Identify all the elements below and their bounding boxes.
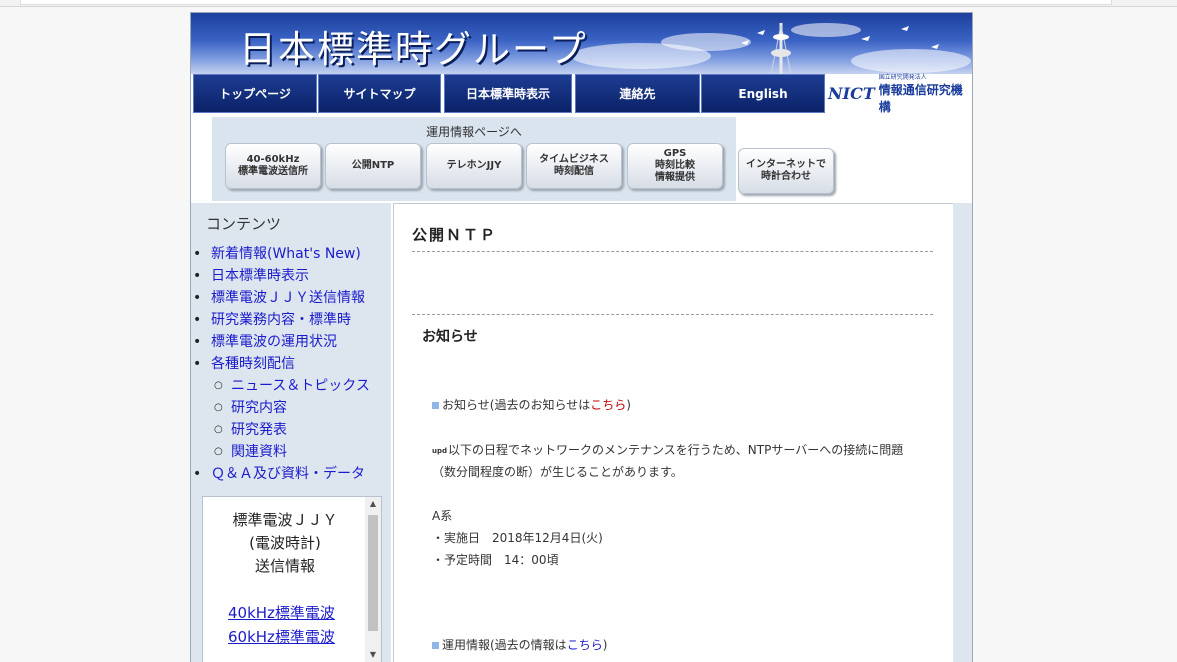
operations-label: 運用情報ページへ xyxy=(426,125,522,139)
scroll-thumb[interactable] xyxy=(368,515,378,631)
nict-logo-name: 情報通信研究機構 xyxy=(878,82,963,114)
square-bullet-icon xyxy=(432,402,439,409)
main-content: 公開ＮＴＰ お知らせ お知らせ(過去のお知らせはこちら) upd以下の日程でネッ… xyxy=(393,203,954,662)
header-banner: 日本標準時グループ xyxy=(191,13,972,74)
operations-line-prefix: 運用情報(過去の情報は xyxy=(442,638,567,652)
sidebar-item-materials[interactable]: 関連資料 xyxy=(191,441,370,463)
operations-info-line: 運用情報(過去の情報はこちら) xyxy=(432,636,607,653)
sidebar-item-research-content[interactable]: 研究内容 xyxy=(191,397,370,419)
title-divider xyxy=(412,251,933,252)
sidebar-item-jst-display[interactable]: 日本標準時表示 xyxy=(191,265,370,287)
ops-button-public-ntp[interactable]: 公開NTP xyxy=(325,143,421,189)
sidebar-item-radio-status[interactable]: 標準電波の運用状況 xyxy=(191,331,370,353)
nict-logo[interactable]: NICT 国立研究開発法人 情報通信研究機構 xyxy=(825,72,972,115)
jjy-info-box: 標準電波ＪＪＹ (電波時計) 送信情報 40kHz標準電波 60kHz標準電波 … xyxy=(202,496,382,662)
nav-sitemap[interactable]: サイトマップ xyxy=(318,74,441,113)
nict-logo-text: 国立研究開発法人 情報通信研究機構 xyxy=(879,72,972,115)
nav-jst-display[interactable]: 日本標準時表示 xyxy=(444,74,572,113)
past-operations-link[interactable]: こちら xyxy=(567,638,603,652)
section-divider xyxy=(412,314,933,315)
jjy-scrollbar[interactable]: ▲ ▼ xyxy=(365,497,381,662)
ops-button-40-60khz[interactable]: 40-60kHz 標準電波送信所 xyxy=(225,143,321,189)
system-label: A系 xyxy=(432,509,453,523)
nict-logo-mark: NICT xyxy=(828,83,875,103)
content-right-margin xyxy=(953,203,972,662)
operations-line-suffix: ) xyxy=(602,638,608,652)
notice-line-suffix: ) xyxy=(626,398,631,412)
maintenance-line-1: upd以下の日程でネットワークのメンテナンスを行うため、NTPサーバーへの接続に… xyxy=(432,441,903,458)
ops-button-telephone-jjy[interactable]: テレホンJJY xyxy=(426,143,522,189)
jjy-60khz-link[interactable]: 60kHz標準電波 xyxy=(228,626,335,647)
scroll-down-icon[interactable]: ▼ xyxy=(365,648,381,662)
nav-top-page[interactable]: トップページ xyxy=(193,74,317,113)
notice-line-prefix: お知らせ(過去のお知らせは xyxy=(442,398,591,412)
maintenance-time: ・予定時間 14：00頃 xyxy=(432,553,559,567)
ops-button-time-business[interactable]: タイムビジネス 時刻配信 xyxy=(526,143,622,189)
sidebar-item-news[interactable]: ニュース＆トピックス xyxy=(191,375,370,397)
nav-english[interactable]: English xyxy=(701,74,825,113)
cloud xyxy=(661,33,751,51)
sidebar-heading: コンテンツ xyxy=(206,215,282,233)
scroll-up-icon[interactable]: ▲ xyxy=(365,497,381,511)
nav-contact[interactable]: 連絡先 xyxy=(575,74,700,113)
page-frame: 日本標準時グループ トップページ サイトマップ 日本標準時表示 連絡先 Engl… xyxy=(190,12,973,662)
sidebar-item-time-distribution[interactable]: 各種時刻配信 xyxy=(191,353,370,375)
operations-panel: 運用情報ページへ 40-60kHz 標準電波送信所 公開NTP テレホンJJY … xyxy=(212,117,736,201)
sidebar-item-qa[interactable]: Ｑ＆Ａ及び資料・データ xyxy=(191,463,370,485)
jjy-info-title: 標準電波ＪＪＹ (電波時計) 送信情報 xyxy=(232,511,338,575)
sidebar-item-whats-new[interactable]: 新着情報(What's New) xyxy=(191,243,370,265)
ops-button-gps[interactable]: GPS 時刻比較 情報提供 xyxy=(627,143,723,189)
past-notices-link[interactable]: こちら xyxy=(590,398,626,412)
page-title: 公開ＮＴＰ xyxy=(412,226,498,244)
nict-logo-subtitle: 国立研究開発法人 xyxy=(878,73,927,81)
radio-tower-icon xyxy=(741,23,939,74)
update-icon: upd xyxy=(432,446,448,455)
jjy-40khz-link[interactable]: 40kHz標準電波 xyxy=(228,602,335,623)
notice-heading: お知らせ xyxy=(422,329,478,345)
address-strip xyxy=(20,0,1112,5)
square-bullet-icon xyxy=(432,642,439,649)
sidebar-item-publications[interactable]: 研究発表 xyxy=(191,419,370,441)
maintenance-text-2: （数分間程度の断）が生じることがあります。 xyxy=(432,465,683,479)
sidebar-menu: 新着情報(What's New) 日本標準時表示 標準電波ＪＪＹ送信情報 研究業… xyxy=(191,243,370,485)
sidebar-item-research[interactable]: 研究業務内容・標準時 xyxy=(191,309,370,331)
site-title: 日本標準時グループ xyxy=(239,28,588,71)
notice-line: お知らせ(過去のお知らせはこちら) xyxy=(432,396,631,413)
maintenance-date: ・実施日 2018年12月4日(火) xyxy=(432,531,603,545)
sidebar-item-jjy-info[interactable]: 標準電波ＪＪＹ送信情報 xyxy=(191,287,370,309)
browser-top-strip xyxy=(0,0,1177,7)
internet-time-sync-button[interactable]: インターネットで 時計合わせ xyxy=(738,148,834,194)
main-nav: トップページ サイトマップ 日本標準時表示 連絡先 English NICT 国… xyxy=(191,72,972,115)
maintenance-text-1: 以下の日程でネットワークのメンテナンスを行うため、NTPサーバーへの接続に問題 xyxy=(448,443,904,457)
